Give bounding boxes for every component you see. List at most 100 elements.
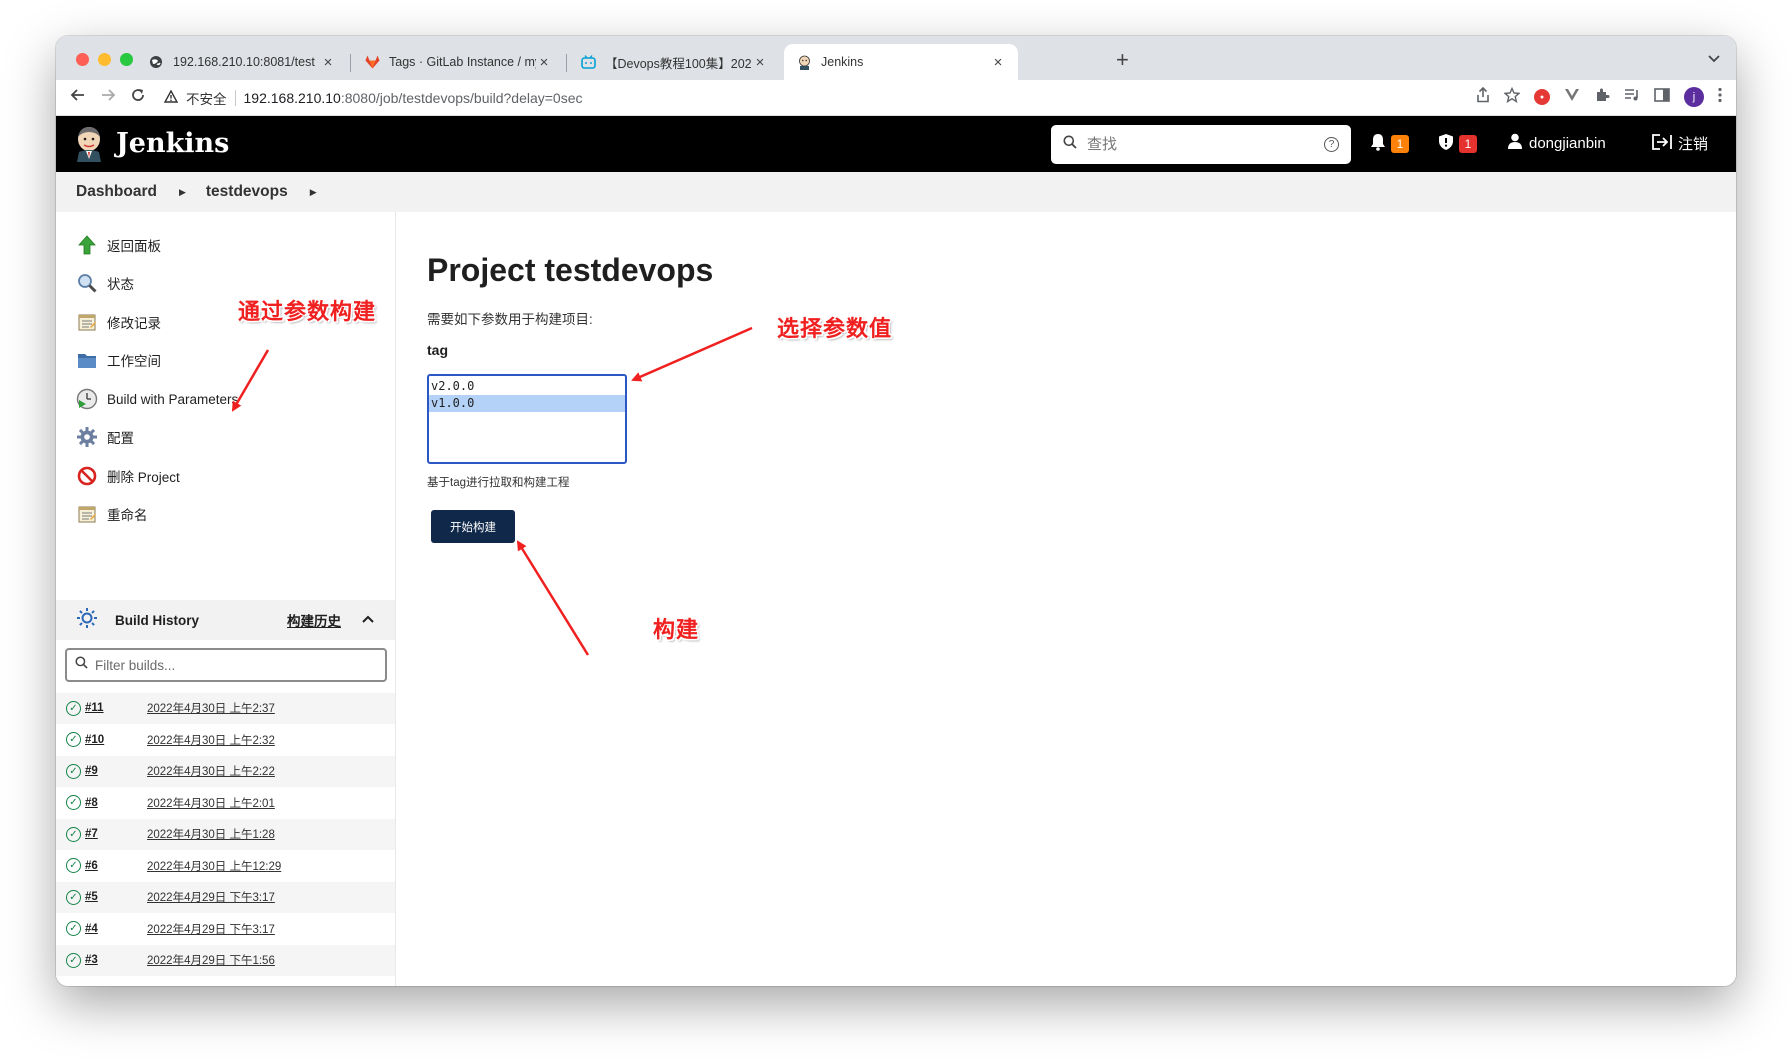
build-row: ✓ #4 2022年4月29日 下午3:17: [56, 912, 395, 945]
notepad-icon: [76, 311, 98, 333]
close-tab-icon[interactable]: ×: [536, 54, 552, 71]
build-date-link[interactable]: 2022年4月30日 上午2:37: [147, 700, 275, 716]
page-title: Project testdevops: [427, 252, 714, 288]
security-button[interactable]: 1: [1438, 133, 1477, 155]
build-date-link[interactable]: 2022年4月30日 上午2:22: [147, 763, 275, 779]
main-content: Project testdevops 需要如下参数用于构建项目: tag v2.…: [397, 212, 1736, 986]
close-tab-icon[interactable]: ×: [990, 54, 1006, 71]
success-check-icon: ✓: [66, 763, 81, 779]
build-history-sun-icon: [76, 607, 98, 634]
share-icon[interactable]: [1476, 86, 1490, 107]
extension-red-icon[interactable]: ●: [1534, 89, 1550, 105]
notifications-button[interactable]: 1: [1370, 133, 1409, 155]
extensions-puzzle-icon[interactable]: [1594, 87, 1610, 107]
sidebar-item-workspace[interactable]: 工作空间: [76, 347, 161, 373]
sidebar-item-configure[interactable]: 配置: [76, 424, 134, 450]
close-tab-icon[interactable]: ×: [752, 54, 768, 71]
build-date-link[interactable]: 2022年4月30日 上午2:32: [147, 732, 275, 748]
breadcrumb-chevron-icon[interactable]: ▶: [310, 187, 317, 198]
toolbar-icons: ● j: [1476, 86, 1722, 107]
close-tab-icon[interactable]: ×: [320, 54, 336, 71]
build-number-link[interactable]: #11: [85, 702, 147, 714]
build-row: ✓ #11 2022年4月30日 上午2:37: [56, 692, 395, 724]
globe-icon: [148, 54, 164, 70]
search-icon: [75, 656, 88, 674]
sidebar-item-delete-project[interactable]: 删除 Project: [76, 463, 180, 489]
sidebar-item-status[interactable]: 状态: [76, 270, 134, 296]
build-history-title: Build History: [115, 612, 200, 628]
build-date-link[interactable]: 2022年4月29日 下午3:17: [147, 921, 275, 937]
browser-tab-4-active[interactable]: Jenkins ×: [784, 44, 1018, 80]
side-panel-icon[interactable]: [1654, 88, 1670, 106]
jenkins-title[interactable]: Jenkins: [116, 128, 229, 159]
user-menu[interactable]: dongjianbin: [1508, 133, 1606, 153]
jenkins-logo-icon[interactable]: [74, 126, 104, 162]
start-build-button[interactable]: 开始构建: [431, 510, 515, 543]
sidebar-item-build-with-parameters[interactable]: Build with Parameters: [76, 386, 238, 412]
collapse-chevron-icon[interactable]: [362, 612, 374, 628]
profile-avatar[interactable]: j: [1684, 87, 1704, 107]
browser-tab-3[interactable]: 【Devops教程100集】2022年B ×: [568, 44, 780, 80]
build-number-link[interactable]: #5: [85, 891, 147, 903]
search-help-icon[interactable]: ?: [1324, 137, 1339, 152]
build-date-link[interactable]: 2022年4月30日 上午12:29: [147, 858, 281, 874]
success-check-icon: ✓: [66, 889, 81, 905]
forward-icon[interactable]: [100, 87, 116, 107]
bilibili-icon: [580, 54, 596, 70]
build-row: ✓ #5 2022年4月29日 下午3:17: [56, 881, 395, 913]
build-date-link[interactable]: 2022年4月30日 上午1:28: [147, 826, 275, 842]
media-queue-icon[interactable]: [1624, 88, 1640, 106]
up-arrow-icon: [76, 234, 98, 256]
parameter-label: tag: [427, 342, 448, 358]
build-number-link[interactable]: #9: [85, 765, 147, 777]
tab-search-icon[interactable]: [1708, 52, 1720, 66]
build-number-link[interactable]: #6: [85, 860, 147, 872]
build-number-link[interactable]: #7: [85, 828, 147, 840]
vue-devtools-icon[interactable]: [1564, 88, 1580, 106]
user-icon: [1508, 133, 1522, 153]
new-tab-button[interactable]: +: [1116, 49, 1129, 71]
clock-play-icon: [76, 388, 98, 410]
breadcrumb-testdevops[interactable]: testdevops: [206, 183, 288, 201]
breadcrumb-dashboard[interactable]: Dashboard: [76, 183, 157, 201]
tag-parameter-listbox[interactable]: v2.0.0 v1.0.0: [427, 374, 627, 464]
browser-menu-icon[interactable]: [1718, 87, 1722, 107]
sidebar-item-changes[interactable]: 修改记录: [76, 309, 161, 335]
build-date-link[interactable]: 2022年4月30日 上午2:01: [147, 795, 275, 811]
jenkins-header: Jenkins ? 1 1 dongjianbin 注销: [56, 116, 1736, 172]
build-number-link[interactable]: #8: [85, 797, 147, 809]
build-number-link[interactable]: #10: [85, 734, 147, 746]
address-bar[interactable]: 不安全 192.168.210.10:8080/job/testdevops/b…: [163, 84, 1494, 112]
back-icon[interactable]: [70, 87, 86, 107]
search-input[interactable]: [1087, 136, 1324, 153]
build-date-link[interactable]: 2022年4月29日 下午3:17: [147, 889, 275, 905]
logout-icon: [1652, 133, 1672, 154]
close-window-button[interactable]: [76, 53, 89, 66]
sidebar-item-rename[interactable]: 重命名: [76, 501, 148, 527]
sidebar-item-back-to-dashboard[interactable]: 返回面板: [76, 232, 161, 258]
bookmark-star-icon[interactable]: [1503, 86, 1521, 107]
success-check-icon: ✓: [66, 921, 81, 937]
tag-option-v2[interactable]: v2.0.0: [429, 378, 625, 395]
logout-button[interactable]: 注销: [1652, 133, 1708, 154]
jenkins-icon: [796, 54, 812, 70]
browser-tab-2[interactable]: Tags · GitLab Instance / mytes ×: [352, 44, 564, 80]
build-history-link[interactable]: 构建历史: [287, 610, 341, 630]
success-check-icon: ✓: [66, 858, 81, 874]
minimize-window-button[interactable]: [98, 53, 111, 66]
page-description: 需要如下参数用于构建项目:: [427, 312, 593, 327]
build-row: ✓ #10 2022年4月30日 上午2:32: [56, 723, 395, 756]
maximize-window-button[interactable]: [120, 53, 133, 66]
breadcrumb-chevron-icon[interactable]: ▶: [179, 187, 186, 198]
reload-icon[interactable]: [130, 87, 146, 107]
build-number-link[interactable]: #4: [85, 923, 147, 935]
breadcrumb: Dashboard ▶ testdevops ▶: [56, 172, 1736, 212]
build-date-link[interactable]: 2022年4月29日 下午1:56: [147, 952, 275, 968]
filter-builds-input[interactable]: [95, 657, 377, 673]
tag-option-v1-selected[interactable]: v1.0.0: [429, 395, 625, 412]
browser-tab-1[interactable]: 192.168.210.10:8081/test ×: [136, 44, 348, 80]
success-check-icon: ✓: [66, 826, 81, 842]
notifications-badge: 1: [1391, 135, 1409, 153]
warning-icon: [163, 89, 179, 106]
build-number-link[interactable]: #3: [85, 954, 147, 966]
